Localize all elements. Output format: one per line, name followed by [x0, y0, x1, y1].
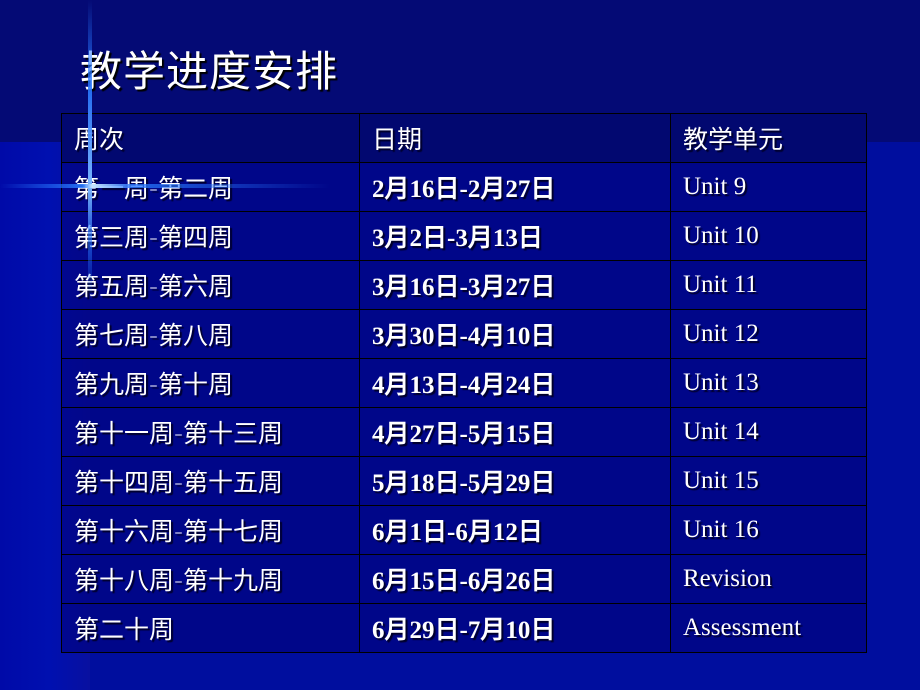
dates-cell: 3月2日-3月13日 [359, 211, 671, 261]
weeks-cell: 第三周-第四周 [61, 211, 360, 261]
table-row: 第七周-第八周 3月30日-4月10日 Unit 12 [61, 309, 867, 359]
weeks-cell: 第十一周-第十三周 [61, 407, 360, 457]
unit-cell: Unit 9 [670, 162, 867, 212]
table-row: 第十八周-第十九周 6月15日-6月26日 Revision [61, 554, 867, 604]
slide-title: 教学进度安排 [80, 47, 339, 96]
dates-cell: 2月16日-2月27日 [359, 162, 671, 212]
table-header-row: 周次 日期 教学单元 [61, 113, 867, 163]
header-weeks: 周次 [61, 113, 360, 163]
dates-cell: 6月1日-6月12日 [359, 505, 671, 555]
dates-cell: 4月13日-4月24日 [359, 358, 671, 408]
dates-cell: 5月18日-5月29日 [359, 456, 671, 506]
table-row: 第十四周-第十五周 5月18日-5月29日 Unit 15 [61, 456, 867, 506]
unit-cell: Unit 13 [670, 358, 867, 408]
weeks-cell: 第七周-第八周 [61, 309, 360, 359]
table-row: 第九周-第十周 4月13日-4月24日 Unit 13 [61, 358, 867, 408]
dates-cell: 3月30日-4月10日 [359, 309, 671, 359]
dates-cell: 6月15日-6月26日 [359, 554, 671, 604]
vertical-light-streak [88, 0, 92, 300]
table-row: 第十一周-第十三周 4月27日-5月15日 Unit 14 [61, 407, 867, 457]
unit-cell: Revision [670, 554, 867, 604]
unit-cell: Assessment [670, 603, 867, 653]
weeks-cell: 第二十周 [61, 603, 360, 653]
header-dates: 日期 [359, 113, 671, 163]
horizontal-light-streak [0, 184, 330, 188]
dates-cell: 6月29日-7月10日 [359, 603, 671, 653]
unit-cell: Unit 11 [670, 260, 867, 310]
table-row: 第十六周-第十七周 6月1日-6月12日 Unit 16 [61, 505, 867, 555]
table-row: 第三周-第四周 3月2日-3月13日 Unit 10 [61, 211, 867, 261]
weeks-cell: 第九周-第十周 [61, 358, 360, 408]
unit-cell: Unit 14 [670, 407, 867, 457]
unit-cell: Unit 10 [670, 211, 867, 261]
dates-cell: 4月27日-5月15日 [359, 407, 671, 457]
weeks-cell: 第十六周-第十七周 [61, 505, 360, 555]
weeks-cell: 第十四周-第十五周 [61, 456, 360, 506]
header-unit: 教学单元 [670, 113, 867, 163]
unit-cell: Unit 15 [670, 456, 867, 506]
unit-cell: Unit 12 [670, 309, 867, 359]
table-row: 第二十周 6月29日-7月10日 Assessment [61, 603, 867, 653]
unit-cell: Unit 16 [670, 505, 867, 555]
weeks-cell: 第五周-第六周 [61, 260, 360, 310]
table-row: 第五周-第六周 3月16日-3月27日 Unit 11 [61, 260, 867, 310]
schedule-table: 周次 日期 教学单元 第一周-第二周 2月16日-2月27日 Unit 9 第三… [61, 113, 867, 653]
weeks-cell: 第十八周-第十九周 [61, 554, 360, 604]
dates-cell: 3月16日-3月27日 [359, 260, 671, 310]
